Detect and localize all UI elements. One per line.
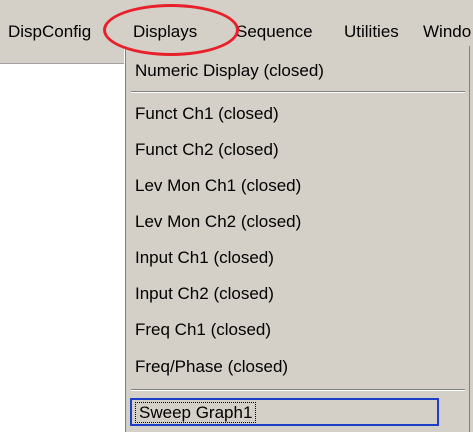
menu-left-edge [125,46,126,432]
app-window: DispConfig Displays Sequence Utilities W… [0,0,473,432]
menu-item-sweep-graph1[interactable]: Sweep Graph1 [130,398,439,426]
menu-separator [131,91,465,93]
menu-displays[interactable]: Displays [133,19,197,45]
menu-sequence[interactable]: Sequence [236,19,313,45]
menu-window[interactable]: Windo [423,19,471,45]
menu-utilities[interactable]: Utilities [344,19,399,45]
menu-right-edge [469,46,470,432]
menu-item-freq-phase[interactable]: Freq/Phase (closed) [135,352,465,382]
displays-dropdown-menu: Numeric Display (closed) Funct Ch1 (clos… [124,46,473,432]
menu-item-lev-mon-ch2[interactable]: Lev Mon Ch2 (closed) [135,207,465,237]
menu-separator [131,389,465,391]
menu-item-freq-ch1[interactable]: Freq Ch1 (closed) [135,315,465,345]
menu-item-input-ch1[interactable]: Input Ch1 (closed) [135,243,465,273]
menu-dispconfig[interactable]: DispConfig [8,19,91,45]
menu-item-funct-ch2[interactable]: Funct Ch2 (closed) [135,135,465,165]
menu-item-input-ch2[interactable]: Input Ch2 (closed) [135,279,465,309]
menu-item-numeric-display[interactable]: Numeric Display (closed) [135,56,465,86]
menu-item-lev-mon-ch1[interactable]: Lev Mon Ch1 (closed) [135,171,465,201]
menu-item-funct-ch1[interactable]: Funct Ch1 (closed) [135,99,465,129]
menu-item-label: Sweep Graph1 [134,402,257,423]
